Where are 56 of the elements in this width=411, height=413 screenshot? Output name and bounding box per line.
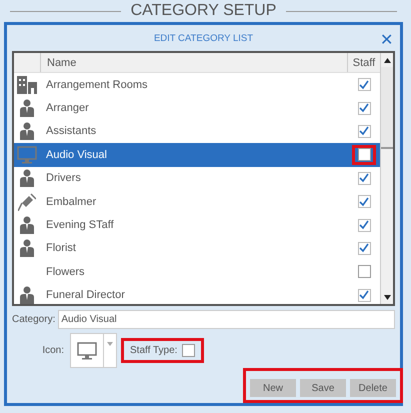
building-icon xyxy=(17,76,37,94)
category-name: Embalmer xyxy=(45,196,98,208)
close-button[interactable]: ✕ xyxy=(378,30,395,50)
category-label: Category: xyxy=(12,314,56,325)
staff-checkbox[interactable] xyxy=(358,148,370,162)
list-row[interactable]: Audio Visual xyxy=(14,143,380,167)
staff-checkbox[interactable] xyxy=(358,242,370,255)
scrollbar[interactable] xyxy=(380,53,393,304)
list-row[interactable]: Arranger xyxy=(14,96,380,120)
action-button[interactable]: Delete xyxy=(350,379,396,397)
staff-type-checkbox[interactable] xyxy=(182,344,196,357)
action-button[interactable]: Save xyxy=(300,379,346,397)
category-name: Audio Visual xyxy=(45,148,108,161)
person-icon xyxy=(20,216,34,234)
scroll-up-icon[interactable] xyxy=(384,58,390,62)
staff-checkbox[interactable] xyxy=(358,265,370,278)
category-field[interactable]: Audio Visual xyxy=(58,310,395,329)
category-name: Arrangement Rooms xyxy=(45,78,148,91)
monitor-icon xyxy=(77,342,97,360)
list-row[interactable]: Evening STaff xyxy=(14,213,380,237)
syringe-icon xyxy=(18,192,36,211)
person-icon xyxy=(20,239,34,258)
staff-checkbox[interactable] xyxy=(358,78,370,92)
column-header[interactable]: Name xyxy=(41,56,347,68)
person-icon xyxy=(20,99,34,118)
category-name: Florist xyxy=(45,242,77,254)
icon-label: Icon: xyxy=(41,345,64,356)
category-name: Funeral Director xyxy=(45,289,126,302)
category-name: Flowers xyxy=(45,266,86,278)
staff-checkbox[interactable] xyxy=(358,288,370,302)
staff-checkbox[interactable] xyxy=(358,172,370,185)
action-button[interactable]: New xyxy=(250,379,296,397)
caret-icon xyxy=(107,342,113,346)
page-title: CATEGORY SETUP xyxy=(130,2,276,20)
category-name: Drivers xyxy=(45,172,82,184)
list-row[interactable]: Flowers xyxy=(14,260,380,284)
staff-checkbox[interactable] xyxy=(358,124,370,138)
staff-type-label: Staff Type: xyxy=(130,345,178,356)
list-row[interactable]: Funeral Director xyxy=(14,284,380,307)
scroll-down-icon[interactable] xyxy=(384,294,390,300)
staff-checkbox[interactable] xyxy=(358,195,370,208)
category-name: Evening STaff xyxy=(45,219,115,232)
person-icon xyxy=(20,169,34,188)
staff-checkbox[interactable] xyxy=(358,102,370,115)
list-row[interactable]: Drivers xyxy=(14,166,380,190)
list-row[interactable]: Assistants xyxy=(14,120,380,144)
staff-checkbox[interactable] xyxy=(358,218,370,232)
person-icon xyxy=(20,122,34,140)
dialog-title: EDIT CATEGORY LIST xyxy=(154,32,254,44)
monitor-icon xyxy=(17,146,37,164)
list-row[interactable]: Florist xyxy=(14,236,380,260)
list-row[interactable]: Arrangement Rooms xyxy=(14,73,380,96)
category-name: Assistants xyxy=(45,125,98,138)
list-row[interactable]: Embalmer xyxy=(14,190,380,214)
category-name: Arranger xyxy=(45,102,90,114)
icon-dropdown[interactable] xyxy=(70,333,117,368)
